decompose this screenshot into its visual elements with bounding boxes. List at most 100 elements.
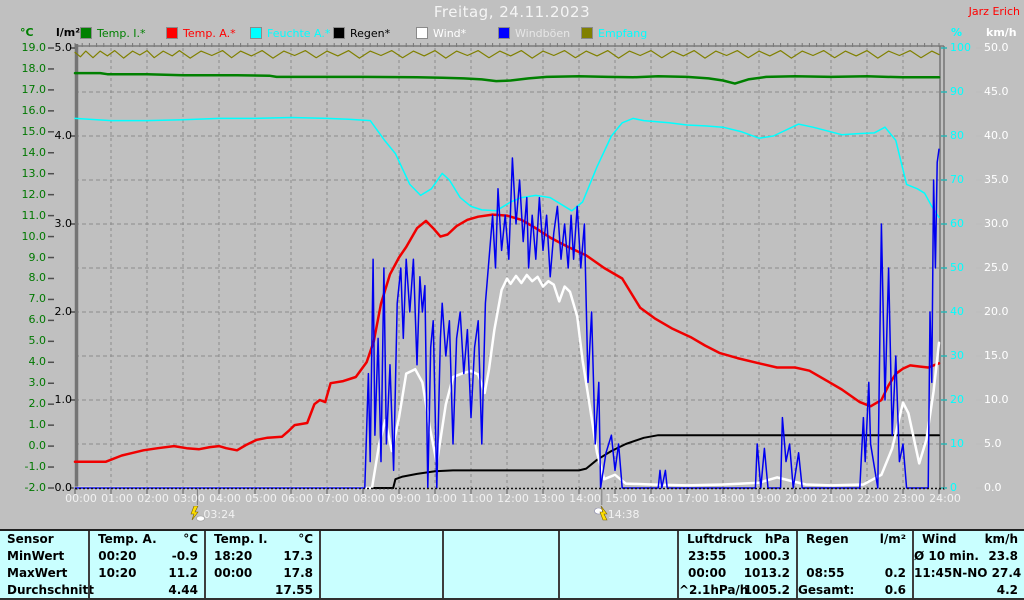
table-cell-time: 11:45 [914, 565, 953, 580]
table-header-row: Wind km/h [914, 531, 1024, 548]
table-header-row: Regen l/m² [798, 531, 912, 548]
table-data-row: 00:00 17.8 [206, 565, 319, 582]
xlabel: 06:00 [281, 492, 313, 505]
table-column-tempi: Temp. I. °C 18:20 17.3 00:00 17.8 17.55 [204, 531, 319, 598]
table-data-row [444, 548, 558, 565]
xlabel: 05:00 [245, 492, 277, 505]
legend-item-wind: Wind* [416, 27, 466, 40]
table-column-wind: Wind km/h Ø 10 min. 23.8 11:45 N-NO 27.4 4.2 [912, 531, 1024, 598]
table-column-unit: °C [298, 532, 313, 547]
table-row-label: MaxWert [0, 565, 88, 582]
xlabel: 11:00 [461, 492, 493, 505]
chart-plot [48, 43, 982, 505]
ylabel-wind: 40.0 [984, 129, 1009, 142]
table-data-row [444, 565, 558, 582]
table-cell-time: ^2.1hPa/h [679, 582, 749, 597]
legend-label: Windböen [515, 26, 571, 40]
ylabel-temp: 10.0 [21, 229, 47, 243]
legend-item-tempa: Temp. A.* [166, 26, 236, 40]
xlabel: 18:00 [713, 492, 745, 505]
ylabel-temp: 16.0 [21, 103, 47, 117]
table-header-row [321, 531, 442, 548]
ylabel-temp: 5.0 [28, 334, 47, 348]
table-row-label-text: MinWert [7, 549, 65, 564]
xlabel: 02:00 [137, 492, 169, 505]
legend-swatch [333, 27, 345, 39]
table-row-label: MinWert [0, 548, 88, 565]
table-cell-time: Gesamt: [798, 582, 855, 597]
xlabel: 21:00 [821, 492, 853, 505]
table-column-luftdruck: Luftdruck hPa 23:55 1000.3 00:00 1013.2 ^2.1hP… [677, 531, 796, 598]
ylabel-temp: 12.0 [21, 187, 47, 201]
table-cell-value: 0.6 [884, 582, 906, 597]
xlabel: 04:00 [209, 492, 241, 505]
table-cell-time: 23:55 [687, 549, 727, 564]
legend-label: Empfang [598, 26, 648, 40]
ylabel-wind: 35.0 [984, 173, 1009, 186]
table-column-name: Wind [922, 532, 957, 547]
ylabel-wind: 50.0 [984, 41, 1009, 54]
table-column-name: Temp. A. [98, 532, 157, 547]
table-header-row: Temp. I. °C [206, 531, 319, 548]
table-column-name: Regen [806, 532, 849, 547]
xlabel: 15:00 [605, 492, 637, 505]
legend-swatch [80, 27, 92, 39]
table-data-row [321, 565, 442, 582]
ylabel-temp: 9.0 [28, 250, 47, 264]
table-data-row [798, 548, 912, 565]
ylabel-temp: 7.0 [28, 292, 47, 306]
table-data-row: 10:20 11.2 [90, 565, 204, 582]
legend-label: Temp. A.* [183, 26, 236, 40]
xlabel: 10:00 [425, 492, 457, 505]
table-header-row [444, 531, 558, 548]
table-label-column: Sensor MinWert MaxWert Durchschnitt [0, 531, 94, 598]
ylabel-rain: 4.0 [54, 129, 73, 142]
table-column-name: Luftdruck [687, 532, 753, 547]
ylabel-wind: 45.0 [984, 85, 1009, 98]
xlabel: 01:00 [101, 492, 133, 505]
xlabel: 00:00 [65, 492, 97, 505]
table-column-name: Temp. I. [214, 532, 268, 547]
table-row-label-text: MaxWert [7, 565, 68, 580]
table-row-label: Durchschnitt [0, 581, 94, 598]
ylabel-temp: 14.0 [21, 145, 47, 159]
marker-time: 14:38 [607, 508, 640, 521]
table-data-row [560, 581, 677, 598]
table-header-row: Temp. A. °C [90, 531, 204, 548]
legend-swatch [498, 27, 510, 39]
weather-day-chart-screen: Freitag, 24.11.2023 Jarz Erich °C l/m² %… [0, 0, 1024, 600]
ylabel-temp: 1.0 [28, 418, 47, 432]
table-column-unit: °C [183, 532, 198, 547]
legend-item-regen: Regen* [333, 26, 391, 40]
legend-label: Regen* [350, 26, 391, 40]
table-cell-value: 4.44 [168, 582, 198, 597]
table-cell-value: 23.8 [988, 549, 1018, 564]
table-cell-value: 17.55 [275, 582, 313, 597]
table-row-label-text: Durchschnitt [7, 582, 95, 597]
table-cell-value: 1013.2 [743, 565, 790, 580]
legend-item-windben: Windböen [498, 26, 571, 40]
table-data-row: 08:55 0.2 [798, 565, 912, 582]
legend-label: Feuchte A.* [267, 26, 331, 40]
legend-label: Temp. I.* [97, 26, 146, 40]
table-data-row: 23:55 1000.3 [679, 548, 796, 565]
xlabel: 08:00 [353, 492, 385, 505]
table-data-row: Gesamt: 0.6 [798, 581, 912, 598]
ylabel-rain: 3.0 [54, 217, 73, 230]
legend-swatch [416, 27, 428, 39]
table-column-unit: km/h [984, 532, 1018, 547]
table-column-unit: l/m² [879, 532, 906, 547]
ylabel-wind: 15.0 [984, 349, 1009, 362]
xlabel: 20:00 [785, 492, 817, 505]
ylabel-wind: 30.0 [984, 217, 1009, 230]
table-cell-time: 08:55 [806, 565, 845, 580]
ylabel-rain: 2.0 [54, 305, 73, 318]
table-column-empty [442, 531, 558, 598]
table-cell-value: 11.2 [168, 565, 198, 580]
table-header-row [560, 531, 677, 548]
table-cell-value: N-NO 27.4 [952, 565, 1022, 580]
xlabel: 09:00 [389, 492, 421, 505]
table-data-row: 18:20 17.3 [206, 548, 319, 565]
table-column-unit: hPa [764, 532, 790, 547]
table-cell-time: 00:00 [214, 565, 253, 580]
